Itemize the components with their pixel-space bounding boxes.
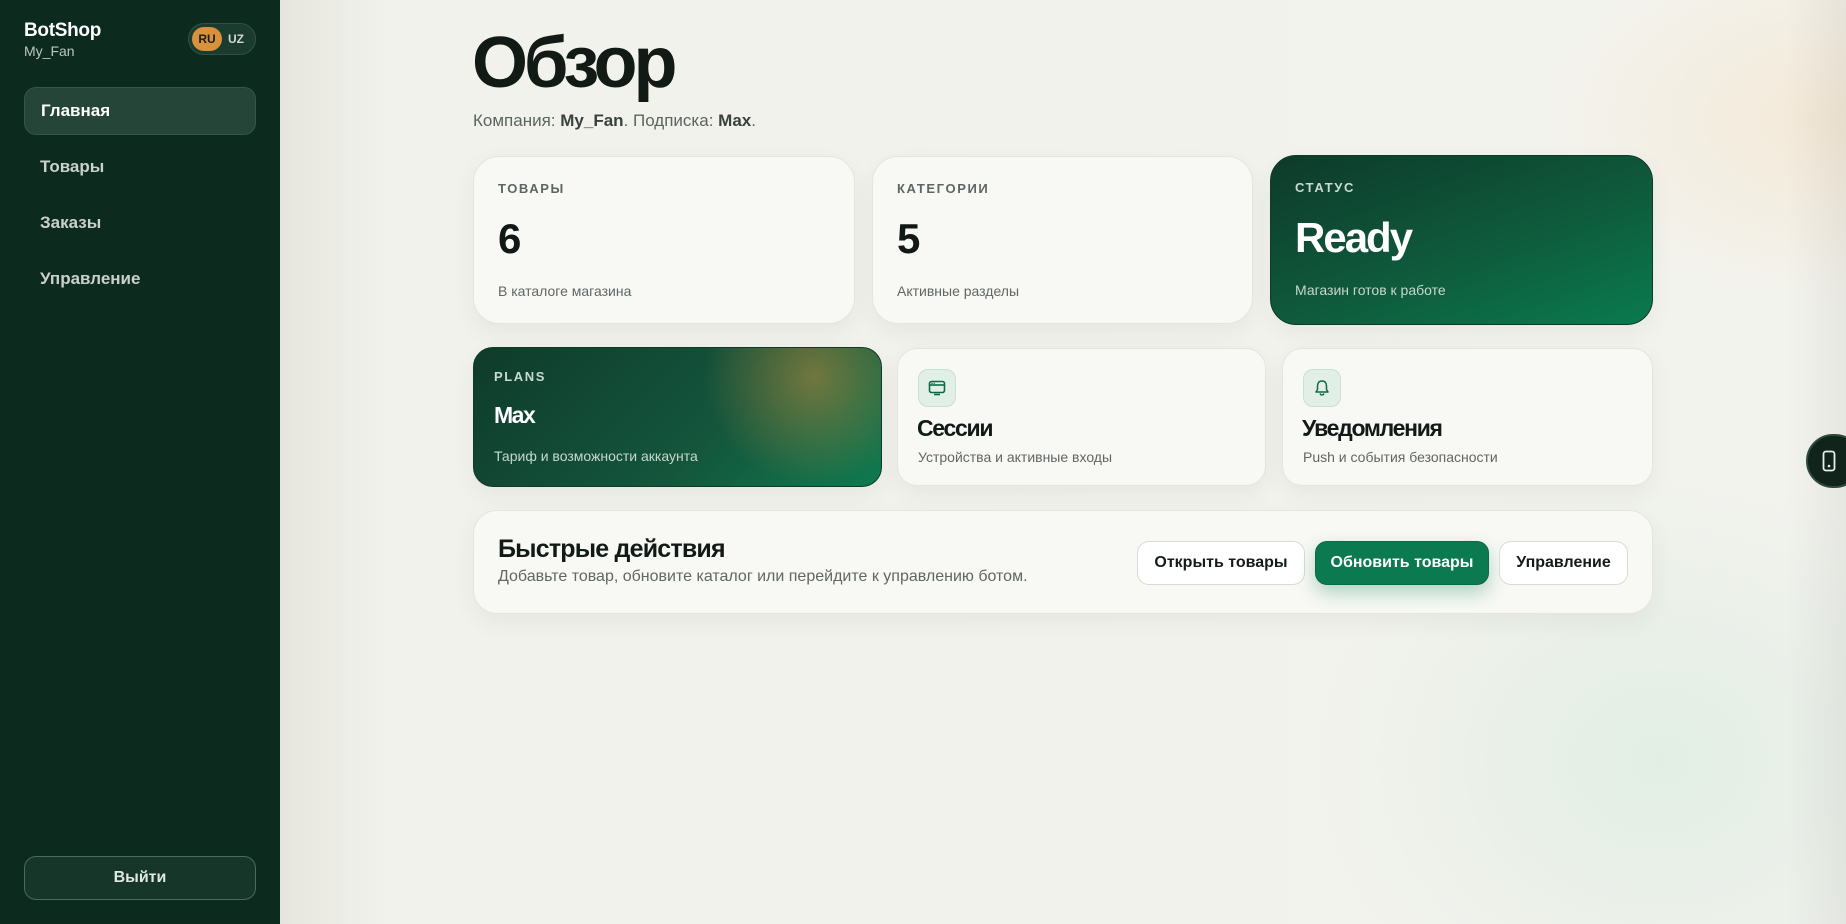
stat-desc: В каталоге магазина bbox=[498, 283, 632, 299]
logout-button[interactable]: Выйти bbox=[24, 856, 256, 900]
sidebar-item-products[interactable]: Товары bbox=[24, 143, 256, 191]
lang-ru-button[interactable]: RU bbox=[192, 27, 222, 51]
subscription-label: . Подписка: bbox=[623, 111, 714, 130]
sidebar: BotShop My_Fan RU UZ Главная Товары Зака… bbox=[0, 0, 280, 924]
stat-value: 6 bbox=[498, 215, 522, 262]
language-switch: RU UZ bbox=[188, 23, 256, 55]
stat-desc: Магазин готов к работе bbox=[1295, 282, 1446, 298]
phone-icon bbox=[1822, 450, 1836, 472]
quick-actions-panel: Быстрые действия Добавьте товар, обновит… bbox=[473, 510, 1653, 614]
plans-label: PLANS bbox=[494, 369, 547, 384]
quick-actions-desc: Добавьте товар, обновите каталог или пер… bbox=[498, 568, 1028, 585]
stat-label: ТОВАРЫ bbox=[498, 181, 565, 196]
stat-label: КАТЕГОРИИ bbox=[897, 181, 990, 196]
brand-name: BotShop bbox=[24, 20, 102, 41]
notifications-card[interactable]: Уведомления Push и события безопасности bbox=[1282, 348, 1653, 486]
refresh-products-button[interactable]: Обновить товары bbox=[1315, 541, 1489, 585]
stat-card-status: СТАТУС Ready Магазин готов к работе bbox=[1270, 155, 1653, 325]
stat-card-products: ТОВАРЫ 6 В каталоге магазина bbox=[473, 156, 855, 324]
subscription-name: Max bbox=[718, 111, 752, 130]
notifications-title: Уведомления bbox=[1302, 415, 1443, 441]
sessions-title: Сессии bbox=[917, 415, 993, 441]
lang-uz-button[interactable]: UZ bbox=[222, 27, 250, 51]
stat-label: СТАТУС bbox=[1295, 180, 1355, 195]
stat-card-categories: КАТЕГОРИИ 5 Активные разделы bbox=[872, 156, 1253, 324]
page-title: Обзор bbox=[472, 23, 677, 103]
company-label: Компания: bbox=[473, 111, 556, 130]
plans-card[interactable]: PLANS Max Тариф и возможности аккаунта bbox=[473, 347, 882, 487]
subtitle-end: . bbox=[751, 111, 756, 130]
stat-desc: Активные разделы bbox=[897, 283, 1020, 299]
quick-actions-title: Быстрые действия bbox=[498, 535, 726, 563]
plans-value: Max bbox=[494, 402, 536, 428]
page-subtitle: Компания: My_Fan. Подписка: Max. bbox=[473, 111, 756, 131]
open-products-button[interactable]: Открыть товары bbox=[1137, 541, 1305, 585]
sidebar-item-management[interactable]: Управление bbox=[24, 255, 256, 303]
sessions-card[interactable]: Сессии Устройства и активные входы bbox=[897, 348, 1266, 486]
plans-desc: Тариф и возможности аккаунта bbox=[494, 448, 698, 464]
sidebar-nav: Главная Товары Заказы Управление bbox=[24, 87, 256, 311]
notifications-desc: Push и события безопасности bbox=[1303, 449, 1498, 465]
sidebar-item-home[interactable]: Главная bbox=[24, 87, 256, 135]
browser-window-icon bbox=[918, 369, 956, 407]
stat-value: Ready bbox=[1295, 214, 1413, 261]
bell-icon bbox=[1303, 369, 1341, 407]
sessions-desc: Устройства и активные входы bbox=[918, 449, 1113, 465]
stat-value: 5 bbox=[897, 215, 921, 262]
sidebar-item-orders[interactable]: Заказы bbox=[24, 199, 256, 247]
company-name: My_Fan bbox=[560, 111, 624, 130]
brand: BotShop My_Fan bbox=[24, 20, 101, 59]
management-button[interactable]: Управление bbox=[1499, 541, 1628, 585]
brand-company: My_Fan bbox=[24, 43, 75, 59]
